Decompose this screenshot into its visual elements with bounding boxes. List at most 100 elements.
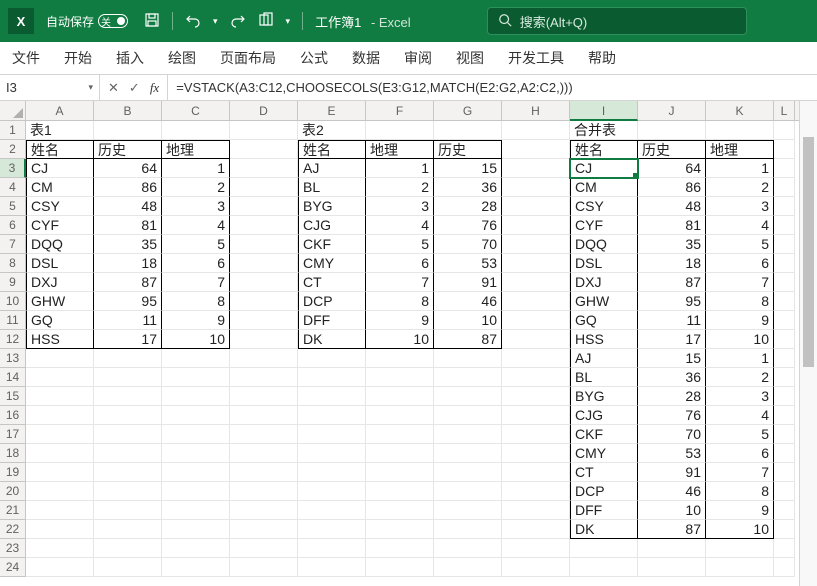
cell[interactable]: BYG bbox=[570, 387, 638, 406]
cell[interactable] bbox=[366, 539, 434, 558]
cell[interactable] bbox=[502, 501, 570, 520]
cell[interactable] bbox=[638, 121, 706, 140]
row-header[interactable]: 20 bbox=[0, 482, 26, 501]
cell[interactable] bbox=[774, 197, 795, 216]
column-header[interactable]: E bbox=[298, 101, 366, 120]
redo-icon[interactable] bbox=[230, 12, 246, 31]
cell[interactable] bbox=[434, 444, 502, 463]
cell[interactable] bbox=[298, 387, 366, 406]
touch-mode-icon[interactable] bbox=[258, 12, 274, 31]
row-header[interactable]: 24 bbox=[0, 558, 26, 577]
cell[interactable] bbox=[706, 121, 774, 140]
cell[interactable] bbox=[162, 387, 230, 406]
cell[interactable]: DSL bbox=[570, 254, 638, 273]
cell[interactable]: 70 bbox=[434, 235, 502, 254]
cell[interactable] bbox=[162, 444, 230, 463]
cell[interactable] bbox=[638, 558, 706, 577]
cell[interactable] bbox=[26, 406, 94, 425]
cell[interactable] bbox=[502, 292, 570, 311]
cell[interactable] bbox=[774, 235, 795, 254]
ribbon-tab-视图[interactable]: 视图 bbox=[456, 44, 484, 72]
row-header[interactable]: 17 bbox=[0, 425, 26, 444]
cell[interactable]: DCP bbox=[570, 482, 638, 501]
cell[interactable] bbox=[502, 140, 570, 159]
cell[interactable] bbox=[162, 349, 230, 368]
cell[interactable] bbox=[298, 444, 366, 463]
cell[interactable]: 历史 bbox=[638, 140, 706, 159]
cell[interactable]: 5 bbox=[706, 425, 774, 444]
ribbon-tab-帮助[interactable]: 帮助 bbox=[588, 44, 616, 72]
column-header[interactable]: L bbox=[774, 101, 795, 120]
cell[interactable]: 6 bbox=[162, 254, 230, 273]
cell[interactable]: 1 bbox=[706, 349, 774, 368]
cell[interactable] bbox=[502, 235, 570, 254]
cell[interactable] bbox=[26, 349, 94, 368]
cell[interactable] bbox=[366, 425, 434, 444]
cell[interactable]: 5 bbox=[162, 235, 230, 254]
column-header[interactable]: G bbox=[434, 101, 502, 120]
cell[interactable] bbox=[366, 444, 434, 463]
cell[interactable] bbox=[230, 273, 298, 292]
cell[interactable]: 10 bbox=[162, 330, 230, 349]
cell[interactable] bbox=[774, 121, 795, 140]
cell[interactable]: CKF bbox=[570, 425, 638, 444]
cell[interactable]: 46 bbox=[638, 482, 706, 501]
cell[interactable] bbox=[434, 387, 502, 406]
row-header[interactable]: 1 bbox=[0, 121, 26, 140]
cell[interactable]: 1 bbox=[366, 159, 434, 178]
cell[interactable]: 8 bbox=[706, 482, 774, 501]
cell[interactable] bbox=[298, 501, 366, 520]
row-header[interactable]: 3 bbox=[0, 159, 26, 178]
cell[interactable]: 95 bbox=[94, 292, 162, 311]
cell[interactable] bbox=[502, 520, 570, 539]
cell[interactable]: AJ bbox=[298, 159, 366, 178]
cell[interactable] bbox=[434, 558, 502, 577]
cell[interactable]: DFF bbox=[298, 311, 366, 330]
cell[interactable] bbox=[230, 216, 298, 235]
cell[interactable] bbox=[26, 520, 94, 539]
cell[interactable]: 81 bbox=[638, 216, 706, 235]
cell[interactable] bbox=[162, 482, 230, 501]
cell[interactable]: 10 bbox=[366, 330, 434, 349]
row-header[interactable]: 2 bbox=[0, 140, 26, 159]
cell[interactable] bbox=[366, 558, 434, 577]
row-header[interactable]: 14 bbox=[0, 368, 26, 387]
cell[interactable] bbox=[230, 140, 298, 159]
cell[interactable]: GHW bbox=[26, 292, 94, 311]
cell[interactable] bbox=[434, 501, 502, 520]
cell[interactable]: 地理 bbox=[366, 140, 434, 159]
cell[interactable] bbox=[366, 501, 434, 520]
cell[interactable] bbox=[94, 368, 162, 387]
cell[interactable]: 46 bbox=[434, 292, 502, 311]
cell[interactable] bbox=[502, 482, 570, 501]
cell[interactable] bbox=[230, 197, 298, 216]
row-header[interactable]: 12 bbox=[0, 330, 26, 349]
cell[interactable] bbox=[366, 121, 434, 140]
cell[interactable] bbox=[162, 520, 230, 539]
cell[interactable] bbox=[162, 463, 230, 482]
cell[interactable]: 1 bbox=[162, 159, 230, 178]
cell[interactable] bbox=[434, 482, 502, 501]
cell[interactable]: 10 bbox=[706, 520, 774, 539]
cell[interactable]: 表1 bbox=[26, 121, 94, 140]
cell[interactable]: 姓名 bbox=[26, 140, 94, 159]
cell[interactable] bbox=[774, 425, 795, 444]
cell[interactable]: 历史 bbox=[434, 140, 502, 159]
cell[interactable] bbox=[638, 539, 706, 558]
cell[interactable] bbox=[298, 406, 366, 425]
cell[interactable] bbox=[774, 254, 795, 273]
row-header[interactable]: 5 bbox=[0, 197, 26, 216]
cell[interactable]: 5 bbox=[706, 235, 774, 254]
cell[interactable] bbox=[434, 520, 502, 539]
cell[interactable] bbox=[774, 482, 795, 501]
cell[interactable] bbox=[570, 558, 638, 577]
cell[interactable]: DFF bbox=[570, 501, 638, 520]
cell[interactable]: DXJ bbox=[570, 273, 638, 292]
cell[interactable] bbox=[230, 463, 298, 482]
cell[interactable] bbox=[366, 368, 434, 387]
cell[interactable]: CSY bbox=[26, 197, 94, 216]
cell[interactable] bbox=[502, 197, 570, 216]
cell[interactable] bbox=[298, 463, 366, 482]
cell[interactable]: 28 bbox=[638, 387, 706, 406]
cell[interactable]: 87 bbox=[94, 273, 162, 292]
